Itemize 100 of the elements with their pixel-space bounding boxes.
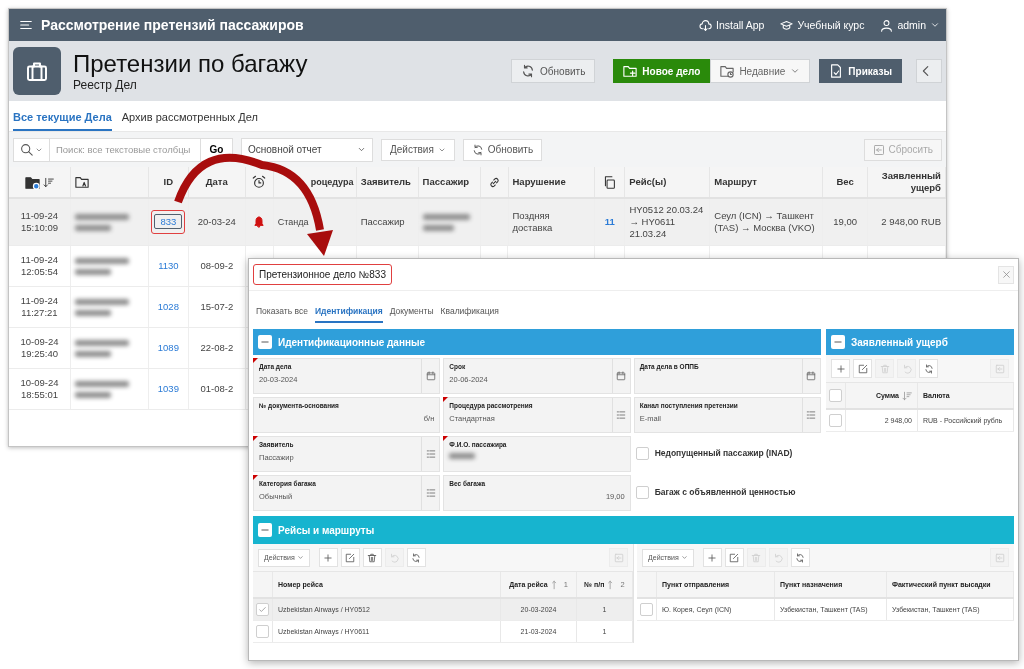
list-icon[interactable] <box>616 410 627 420</box>
menu-icon[interactable] <box>19 18 33 32</box>
table-cell: HY0512 20.03.24 → HY0611 21.03.24 <box>625 199 711 245</box>
column-header[interactable]: Пассажир <box>422 176 470 188</box>
column-header[interactable]: Заявленный ущерб <box>872 170 941 194</box>
graduation-cap-icon <box>780 18 794 32</box>
refresh-icon <box>923 363 934 374</box>
checkbox-label: Багаж с объявленной ценностью <box>654 487 796 497</box>
dialog-title: Претензионное дело №833 <box>253 264 392 285</box>
table-cell: Поздняя доставка <box>508 199 596 245</box>
actions-menu-button[interactable]: Действия <box>381 138 455 161</box>
checkbox-label: Недопущенный пассажир (INAD) <box>654 448 793 458</box>
add-button[interactable] <box>702 548 722 567</box>
documents-count-link[interactable]: 11 <box>604 216 615 228</box>
table-cell: 19,00 <box>823 199 869 245</box>
edit-icon <box>729 552 740 563</box>
checkbox[interactable] <box>829 389 842 402</box>
reset-icon <box>613 552 624 563</box>
delete-button[interactable] <box>362 548 382 567</box>
tab[interactable]: Документы <box>389 306 434 323</box>
calendar-icon[interactable] <box>425 371 436 381</box>
calendar-icon[interactable] <box>806 371 817 381</box>
refresh-button[interactable]: Обновить <box>511 59 596 83</box>
table-cell: 11-09-24 12:05:54 <box>9 246 71 286</box>
list-icon[interactable] <box>806 410 817 420</box>
table-cell: 2 948,00 RUB <box>868 199 946 245</box>
checkbox[interactable] <box>635 446 649 460</box>
case-id-link[interactable]: 1089 <box>152 341 184 355</box>
tab[interactable]: Квалификация <box>440 306 499 323</box>
table-cell: 08-09-2 <box>188 246 246 286</box>
refresh-button[interactable] <box>919 359 938 378</box>
table-cell: 20-03-24 <box>188 199 246 245</box>
add-button[interactable] <box>318 548 338 567</box>
column-header[interactable]: Вес <box>836 176 854 188</box>
column-header[interactable]: роцедура <box>310 176 354 188</box>
page-subtitle: Реестр Дел <box>73 78 138 92</box>
case-id-link[interactable]: 1130 <box>153 259 184 273</box>
calendar-icon[interactable] <box>616 371 627 381</box>
section-title: Заявленный ущерб <box>851 336 948 348</box>
new-case-button[interactable]: Новое дело <box>613 59 711 83</box>
add-button[interactable] <box>831 359 850 378</box>
header-link[interactable]: Install App <box>699 18 765 32</box>
undo-icon <box>389 552 400 563</box>
check-icon <box>258 605 267 614</box>
column-header[interactable]: Дата <box>205 176 228 188</box>
chevron-down-icon <box>357 145 366 154</box>
app-title: Рассмотрение претензий пассажиров <box>41 17 305 33</box>
report-select[interactable]: Основной отчет <box>241 137 373 162</box>
column-header[interactable]: Маршрут <box>714 176 757 188</box>
close-icon <box>1001 270 1011 279</box>
recent-button[interactable]: Недавние <box>710 59 811 83</box>
table-row[interactable]: 11-09-24 15:10:09 833 20-03-24 Станда Пассажир Поздняя доставка 11 HY0512 20.03.24 → HY0611 21.03.24 Сеул (ICN) → Ташкент (TAS) → Москва (VKO) 19,00 2 948,00 RUB <box>9 199 946 246</box>
list-icon[interactable] <box>425 449 436 459</box>
refresh-icon <box>411 552 422 563</box>
checkbox[interactable] <box>635 485 649 499</box>
header-link[interactable]: admin <box>880 18 940 32</box>
refresh-button[interactable] <box>790 548 810 567</box>
edit-button[interactable] <box>724 548 744 567</box>
chevron-down-icon <box>296 554 304 561</box>
edit-button[interactable] <box>340 548 360 567</box>
table-cell: 10-09-24 18:55:01 <box>9 369 71 409</box>
case-id-link[interactable]: 1039 <box>152 382 184 396</box>
checkbox[interactable] <box>256 625 269 638</box>
table-cell: Сеул (ICN) → Ташкент (TAS) → Москва (VKO) <box>710 199 824 245</box>
collapse-button[interactable] <box>916 59 942 83</box>
reset-icon <box>994 363 1005 374</box>
edit-icon <box>345 552 356 563</box>
collapse-button[interactable] <box>831 335 845 349</box>
link-icon <box>487 175 501 189</box>
plus-icon <box>835 363 846 374</box>
header-link[interactable]: Учебный курс <box>780 18 865 32</box>
column-header[interactable]: Нарушение <box>512 176 566 188</box>
search-field[interactable]: Поиск: все текстовые столбцы <box>50 138 200 161</box>
blurred-text <box>449 453 476 459</box>
reset-icon <box>994 552 1005 563</box>
tab[interactable]: Архив рассмотренных Дел <box>121 111 258 131</box>
table-cell: 01-08-2 <box>188 369 246 409</box>
edit-button[interactable] <box>853 359 872 378</box>
tab[interactable]: Показать все <box>256 306 308 323</box>
chevron-down-icon <box>680 554 688 561</box>
column-header[interactable]: ID <box>163 176 174 188</box>
checkbox[interactable] <box>640 603 653 616</box>
orders-button[interactable]: Приказы <box>819 59 902 83</box>
refresh-icon <box>471 143 484 156</box>
undo-icon <box>773 552 784 563</box>
checkbox[interactable] <box>256 603 269 616</box>
refresh-button[interactable] <box>406 548 426 567</box>
case-id-link[interactable]: 1028 <box>152 300 184 314</box>
collapse-button[interactable] <box>258 523 272 537</box>
case-id-link[interactable]: 833 <box>154 214 183 229</box>
column-header[interactable]: Заявитель <box>360 176 411 188</box>
list-icon[interactable] <box>425 488 436 498</box>
collapse-button[interactable] <box>258 335 272 349</box>
trash-icon <box>751 552 762 563</box>
column-header[interactable]: Рейс(ы) <box>629 176 667 188</box>
refresh-button[interactable]: Обновить <box>462 138 543 161</box>
tab[interactable]: Идентификация <box>314 306 383 323</box>
undo-icon <box>901 363 912 374</box>
close-button[interactable] <box>998 265 1014 284</box>
checkbox[interactable] <box>829 414 842 427</box>
